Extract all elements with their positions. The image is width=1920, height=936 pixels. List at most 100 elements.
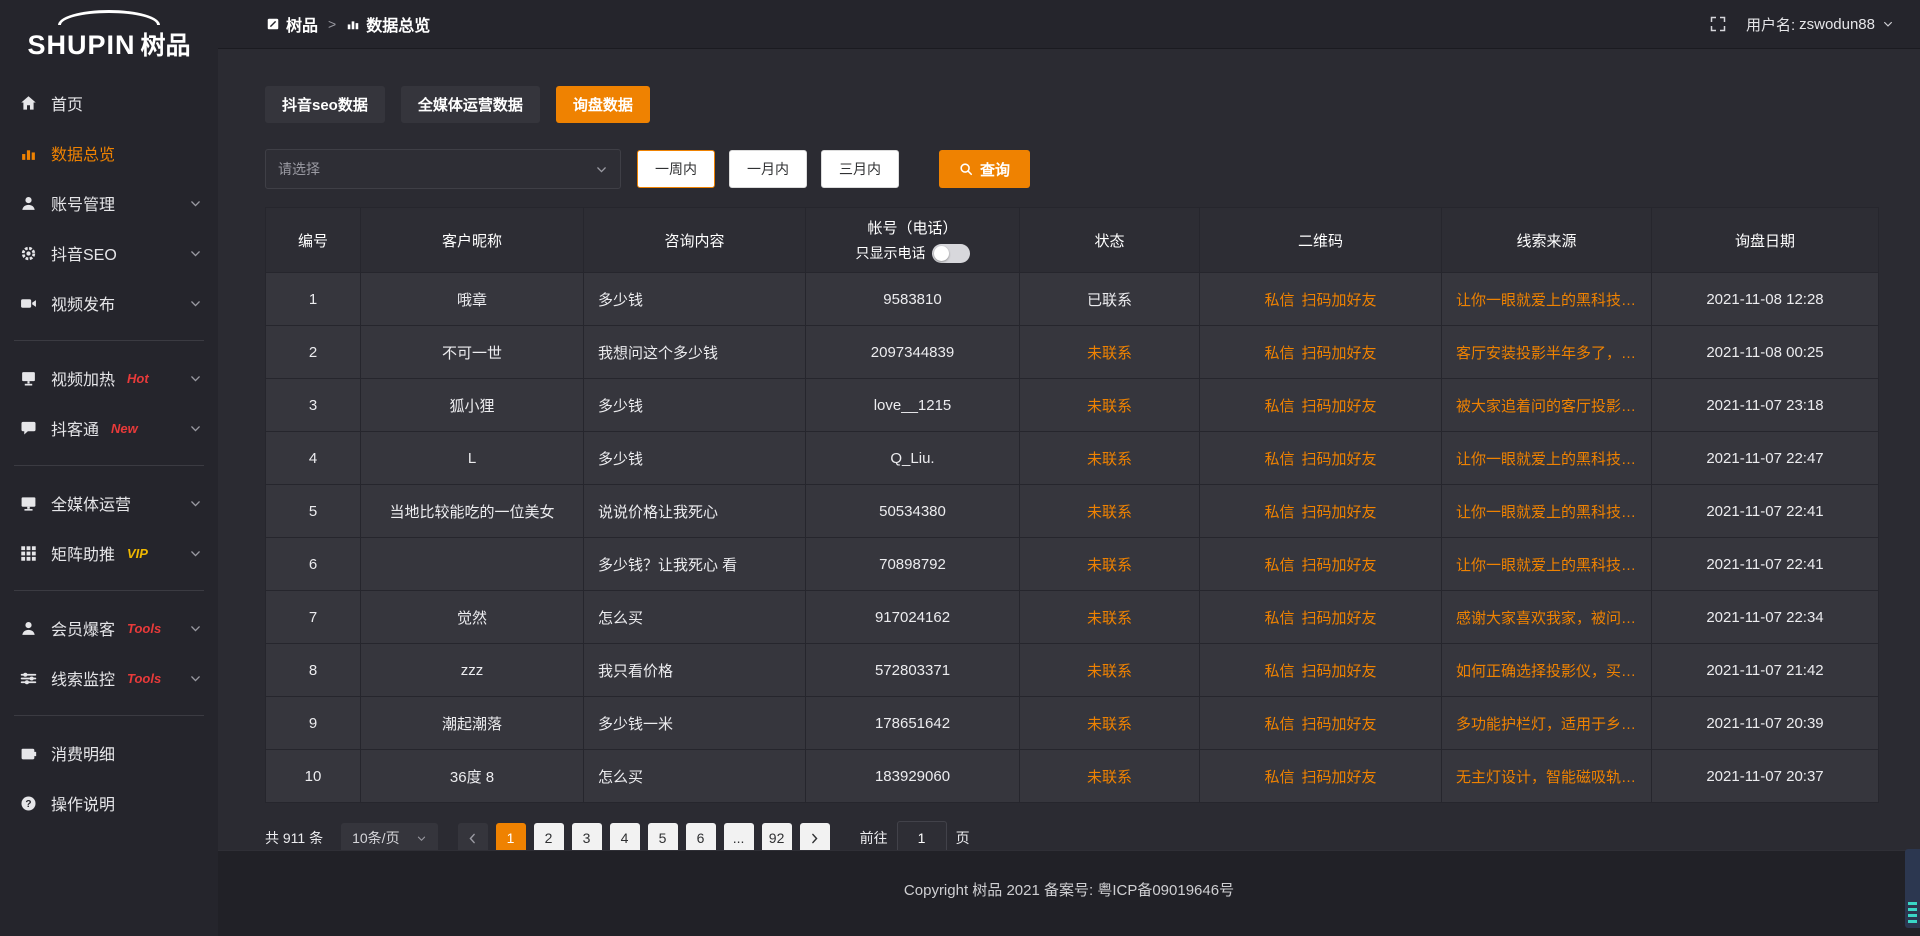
chart-icon (346, 17, 360, 31)
qr-link[interactable]: 扫码加好友 (1302, 398, 1377, 415)
cell-source[interactable]: 让你一眼就爱上的黑科技，能... (1442, 273, 1652, 326)
qr-link[interactable]: 扫码加好友 (1302, 610, 1377, 627)
member-icon (20, 620, 37, 637)
qr-link[interactable]: 私信 (1264, 398, 1294, 415)
cell-account: 917024162 (806, 591, 1020, 644)
qr-link[interactable]: 私信 (1264, 345, 1294, 362)
period-button-one-week[interactable]: 一周内 (637, 150, 715, 188)
cell-source[interactable]: 多功能护栏灯，适用于乡村文... (1442, 697, 1652, 750)
sidebar-item-douketong[interactable]: 抖客通New (0, 403, 218, 453)
column-header: 二维码 (1200, 208, 1442, 273)
qr-link[interactable]: 扫码加好友 (1302, 292, 1377, 309)
cell-id: 3 (266, 379, 361, 432)
tab-inquiry-data[interactable]: 询盘数据 (556, 86, 650, 123)
cell-source[interactable]: 无主灯设计，智能磁吸轨道灯... (1442, 750, 1652, 803)
qr-link[interactable]: 扫码加好友 (1302, 716, 1377, 733)
chevron-down-icon (595, 163, 608, 176)
sidebar-item-clue-monitor[interactable]: 线索监控Tools (0, 653, 218, 703)
qr-link[interactable]: 私信 (1264, 557, 1294, 574)
sidebar-item-label: 操作说明 (51, 791, 115, 815)
tab-media-ops-data[interactable]: 全媒体运营数据 (401, 86, 540, 123)
page-size-select[interactable]: 10条/页 (341, 823, 437, 853)
app-icon (266, 17, 280, 31)
phone-only-toggle[interactable] (932, 244, 970, 263)
sidebar-item-media-ops[interactable]: 全媒体运营 (0, 478, 218, 528)
qr-link[interactable]: 扫码加好友 (1302, 451, 1377, 468)
cell-account: 2097344839 (806, 326, 1020, 379)
page-button-6[interactable]: 6 (686, 823, 716, 853)
sidebar-item-expense-detail[interactable]: 消费明细 (0, 728, 218, 778)
cell-source[interactable]: 让你一眼就爱上的黑科技，能... (1442, 432, 1652, 485)
logo: SHUPIN 树品 (0, 0, 218, 66)
sidebar-item-matrix-boost[interactable]: 矩阵助推VIP (0, 528, 218, 578)
qr-link[interactable]: 私信 (1264, 663, 1294, 680)
column-header: 询盘日期 (1652, 208, 1879, 273)
qr-link[interactable]: 扫码加好友 (1302, 557, 1377, 574)
qr-link[interactable]: 私信 (1264, 716, 1294, 733)
page-button-5[interactable]: 5 (648, 823, 678, 853)
page-ellipsis[interactable]: ... (724, 823, 754, 853)
period-button-three-months[interactable]: 三月内 (821, 150, 899, 188)
qr-link[interactable]: 扫码加好友 (1302, 663, 1377, 680)
breadcrumb-item-home[interactable]: 树品 (266, 12, 318, 36)
sidebar-item-label: 全媒体运营 (51, 491, 131, 515)
cell-status: 未联系 (1020, 326, 1200, 379)
page-size-value: 10条/页 (352, 828, 399, 848)
qr-link[interactable]: 扫码加好友 (1302, 504, 1377, 521)
sidebar-item-help[interactable]: ?操作说明 (0, 778, 218, 828)
arrow-right-icon (808, 832, 821, 845)
cell-qrcode: 私信扫码加好友 (1200, 379, 1442, 432)
cell-nickname: L (361, 432, 584, 485)
floating-widget[interactable] (1905, 849, 1920, 928)
cell-status: 未联系 (1020, 485, 1200, 538)
cell-id: 6 (266, 538, 361, 591)
breadcrumb-item-current: 数据总览 (346, 12, 430, 36)
footer: Copyright 树品 2021 备案号: 粤ICP备09019646号 (218, 850, 1920, 936)
sidebar-divider (14, 465, 204, 466)
sidebar-item-video-heat[interactable]: 视频加热Hot (0, 353, 218, 403)
cell-status: 未联系 (1020, 432, 1200, 485)
qr-link[interactable]: 私信 (1264, 769, 1294, 786)
prev-page-button[interactable] (458, 823, 488, 853)
video-icon (20, 295, 37, 312)
cell-nickname: zzz (361, 644, 584, 697)
user-menu[interactable]: 用户名: zswodun88 (1746, 14, 1894, 35)
qr-link[interactable]: 私信 (1264, 451, 1294, 468)
search-button[interactable]: 查询 (939, 150, 1030, 188)
cell-content: 多少钱？让我死心 看 (584, 538, 806, 591)
cell-source[interactable]: 如何正确选择投影仪，买投影... (1442, 644, 1652, 697)
qr-link[interactable]: 私信 (1264, 292, 1294, 309)
cell-qrcode: 私信扫码加好友 (1200, 750, 1442, 803)
cell-id: 2 (266, 326, 361, 379)
cell-source[interactable]: 感谢大家喜欢我家，被问了好... (1442, 591, 1652, 644)
sidebar-item-overview[interactable]: 数据总览 (0, 128, 218, 178)
cell-source[interactable]: 被大家追着问的客厅投影分享... (1442, 379, 1652, 432)
sidebar-item-member-burst[interactable]: 会员爆客Tools (0, 603, 218, 653)
period-button-one-month[interactable]: 一月内 (729, 150, 807, 188)
qr-link[interactable]: 私信 (1264, 610, 1294, 627)
chevron-down-icon (1882, 18, 1894, 30)
cell-source[interactable]: 让你一眼就爱上的黑科技，能... (1442, 538, 1652, 591)
page-button-2[interactable]: 2 (534, 823, 564, 853)
cell-source[interactable]: 客厅安装投影半年多了，真实... (1442, 326, 1652, 379)
cell-content: 我只看价格 (584, 644, 806, 697)
page-button-3[interactable]: 3 (572, 823, 602, 853)
qr-link[interactable]: 扫码加好友 (1302, 769, 1377, 786)
sidebar-item-douyin-seo[interactable]: 抖音SEO (0, 228, 218, 278)
page-button-92[interactable]: 92 (762, 823, 792, 853)
page-button-1[interactable]: 1 (496, 823, 526, 853)
sidebar-item-account[interactable]: 账号管理 (0, 178, 218, 228)
fullscreen-icon[interactable] (1710, 16, 1726, 32)
qr-link[interactable]: 私信 (1264, 504, 1294, 521)
cell-source[interactable]: 让你一眼就爱上的黑科技，能... (1442, 485, 1652, 538)
filter-select[interactable]: 请选择 (265, 149, 621, 189)
qr-link[interactable]: 扫码加好友 (1302, 345, 1377, 362)
sidebar-item-home[interactable]: 首页 (0, 78, 218, 128)
column-header: 编号 (266, 208, 361, 273)
sidebar-item-video-publish[interactable]: 视频发布 (0, 278, 218, 328)
tab-douyin-seo-data[interactable]: 抖音seo数据 (265, 86, 385, 123)
next-page-button[interactable] (800, 823, 830, 853)
sidebar-item-label: 数据总览 (51, 141, 115, 165)
cell-account: 572803371 (806, 644, 1020, 697)
page-button-4[interactable]: 4 (610, 823, 640, 853)
